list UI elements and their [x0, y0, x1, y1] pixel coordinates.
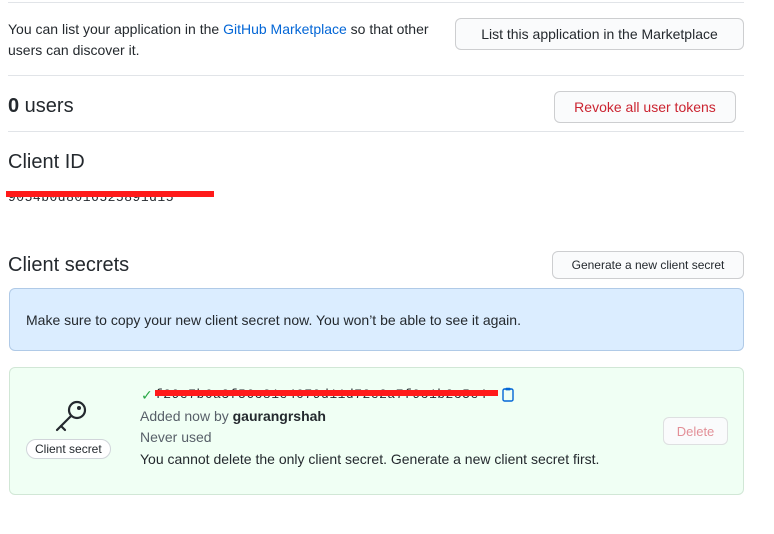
- client-id-title: Client ID: [8, 151, 85, 173]
- marketplace-text-before: You can list your application in the: [8, 21, 224, 37]
- check-icon: ✓: [141, 387, 153, 403]
- top-divider: [8, 2, 744, 3]
- divider-1: [8, 75, 744, 76]
- client-secrets-title: Client secrets: [8, 254, 130, 276]
- delete-client-secret-button[interactable]: Delete: [663, 417, 728, 445]
- client-secret-badge: Client secret: [26, 439, 111, 459]
- secret-delete-warning: You cannot delete the only client secret…: [140, 451, 600, 467]
- client-id-redaction: [6, 191, 214, 197]
- secret-added-by: Added now by gaurangrshah: [140, 408, 326, 424]
- copy-secret-flash-notice: Make sure to copy your new client secret…: [9, 288, 744, 351]
- flash-message: Make sure to copy your new client secret…: [26, 311, 521, 328]
- marketplace-description: You can list your application in the Git…: [8, 19, 458, 61]
- copy-icon[interactable]: [502, 387, 514, 402]
- client-secret-item: Client secret ✓ f29e7b6a3f56c81e4079d11d…: [9, 367, 744, 495]
- users-label: users: [19, 95, 74, 117]
- list-in-marketplace-button[interactable]: List this application in the Marketplace: [455, 18, 744, 50]
- revoke-all-user-tokens-button[interactable]: Revoke all user tokens: [554, 91, 736, 123]
- github-marketplace-link[interactable]: GitHub Marketplace: [223, 21, 347, 37]
- added-prefix: Added now by: [140, 408, 233, 424]
- users-count-title: 0 users: [8, 95, 74, 118]
- secret-usage-status: Never used: [140, 429, 212, 445]
- key-icon: [55, 400, 87, 432]
- added-by-user: gaurangrshah: [232, 408, 326, 424]
- client-secret-redaction: [155, 390, 498, 396]
- generate-new-client-secret-button[interactable]: Generate a new client secret: [552, 251, 744, 279]
- users-count: 0: [8, 95, 20, 117]
- divider-2: [8, 131, 744, 132]
